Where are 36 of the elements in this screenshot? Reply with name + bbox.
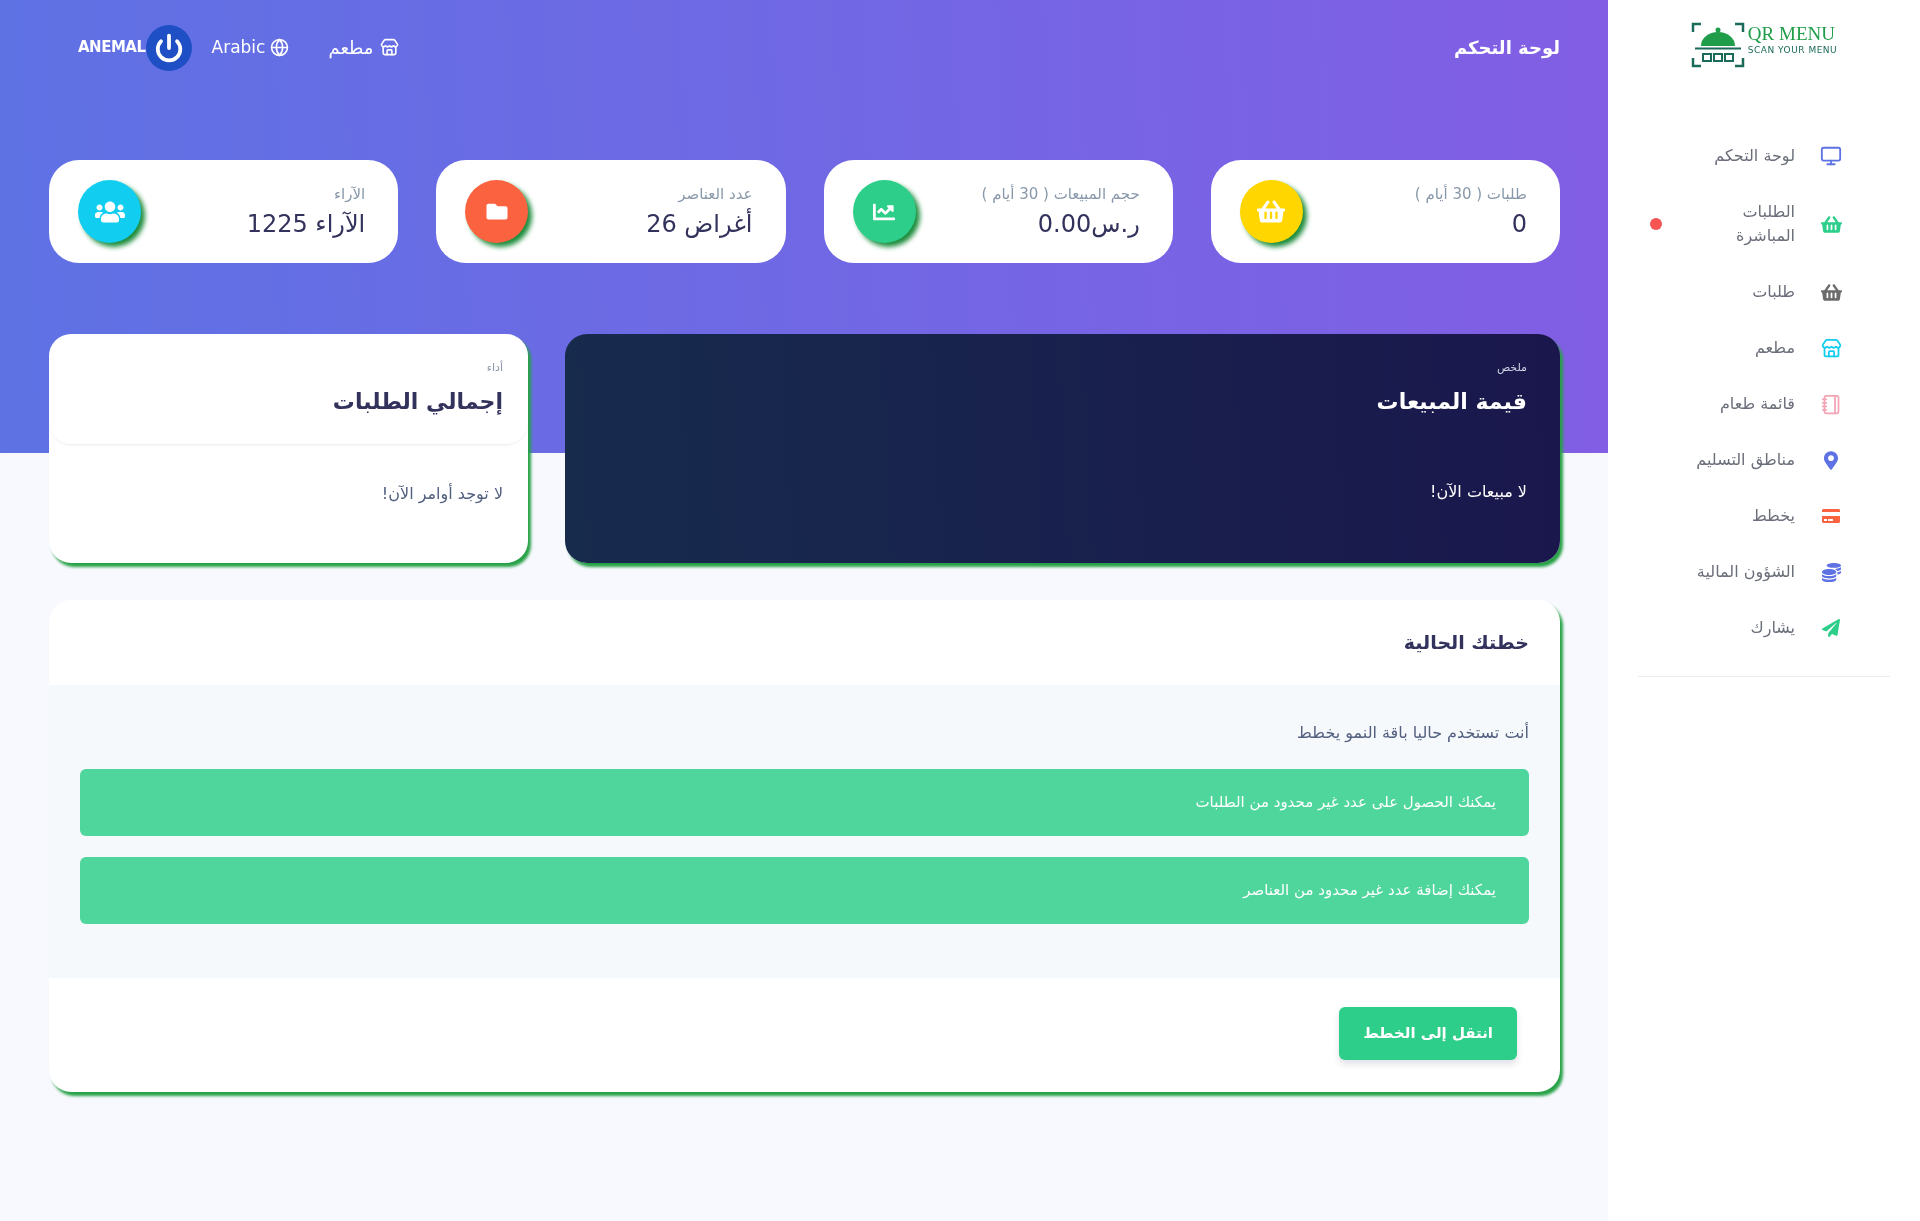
- sidebar-item[interactable]: قائمة طعام: [1608, 376, 1920, 432]
- sidebar-item[interactable]: يخطط: [1608, 488, 1920, 544]
- card-overline: أداء: [485, 360, 503, 376]
- card-title: قيمة المبيعات: [1375, 388, 1527, 416]
- stat-value: 0: [1510, 209, 1527, 239]
- restaurant-link[interactable]: مطعم: [328, 34, 399, 61]
- globe-icon: [270, 38, 290, 57]
- sidebar-item[interactable]: لوحة التحكم: [1608, 128, 1920, 184]
- sidebar-item[interactable]: مناطق التسليم: [1608, 432, 1920, 488]
- card-overline: ملخص: [1495, 360, 1527, 376]
- logo-title: QR MENU: [1747, 24, 1836, 44]
- stat-value: ر.س0.00: [1036, 209, 1140, 239]
- cloche-logo-icon: [1690, 22, 1745, 68]
- stat-value: 26 أغراض: [646, 209, 753, 239]
- empty-message: لا توجد أوامر الآن!: [380, 482, 504, 506]
- sidebar-item[interactable]: يشارك: [1608, 600, 1920, 656]
- feature-alert: يمكنك إضافة عدد غير محدود من العناصر: [80, 857, 1529, 924]
- stat-label: عدد العناصر: [676, 184, 753, 204]
- store-icon: [379, 38, 399, 57]
- stat-label: طلبات ( 30 أيام ): [1414, 184, 1527, 204]
- sidebar-item[interactable]: الشؤون المالية: [1608, 544, 1920, 600]
- logo-tagline: SCAN YOUR MENU: [1747, 44, 1838, 56]
- stat-value: 1225 الآراء: [246, 209, 366, 239]
- empty-message: لا مبيعات الآن!: [1429, 481, 1527, 503]
- card-title: خطتك الحالية: [1403, 630, 1529, 656]
- stat-label: الآراء: [333, 184, 366, 204]
- stat-label: حجم المبيعات ( 30 أيام ): [981, 184, 1140, 204]
- plan-description: أنت تستخدم حاليا باقة النمو يخطط: [1296, 721, 1529, 745]
- sidebar-item[interactable]: طلبات: [1608, 264, 1920, 320]
- user-menu-button[interactable]: ANEMAL: [78, 24, 192, 71]
- feature-alert: يمكنك الحصول على عدد غير محدود من الطلبات: [80, 769, 1529, 836]
- page-title: لوحة التحكم: [1453, 36, 1560, 61]
- sidebar-item[interactable]: الطلبات المباشرة: [1608, 184, 1920, 264]
- language-link[interactable]: Arabic: [211, 34, 290, 61]
- sidebar-item[interactable]: مطعم: [1608, 320, 1920, 376]
- card-title: إجمالي الطلبات: [331, 388, 503, 417]
